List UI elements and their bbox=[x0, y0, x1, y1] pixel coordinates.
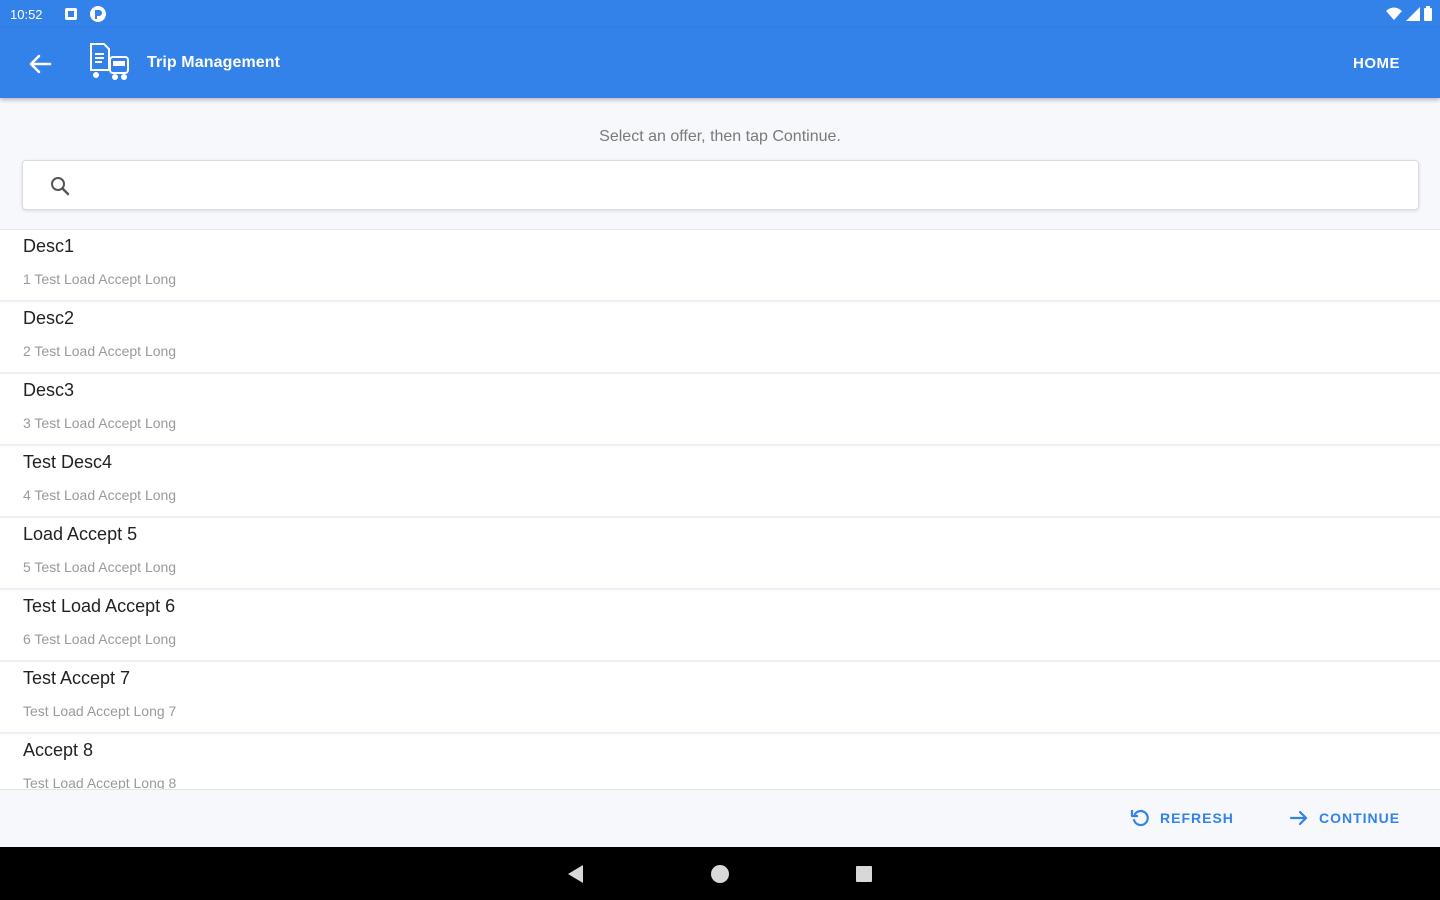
offer-title: Test Accept 7 bbox=[23, 668, 131, 688]
signal-icon bbox=[1406, 6, 1420, 21]
instruction-text: Select an offer, then tap Continue. bbox=[599, 128, 841, 145]
list-item[interactable]: Load Accept 5 5 Test Load Accept Long bbox=[0, 518, 1440, 590]
list-item[interactable]: Test Load Accept 6 6 Test Load Accept Lo… bbox=[0, 590, 1440, 662]
system-nav-bar bbox=[0, 847, 1440, 900]
back-arrow-icon[interactable] bbox=[24, 50, 56, 78]
search-input[interactable] bbox=[93, 171, 1393, 201]
offer-subtitle: Test Load Accept Long 7 bbox=[23, 703, 177, 719]
home-button[interactable]: HOME bbox=[1353, 55, 1400, 72]
action-bar: REFRESH CONTINUE bbox=[0, 789, 1440, 847]
continue-label: CONTINUE bbox=[1319, 810, 1401, 826]
offer-title: Desc1 bbox=[23, 236, 75, 256]
offer-title: Load Accept 5 bbox=[23, 524, 138, 544]
offer-subtitle: 6 Test Load Accept Long bbox=[23, 631, 177, 647]
offer-subtitle: 1 Test Load Accept Long bbox=[23, 271, 177, 287]
nav-home-icon[interactable] bbox=[709, 863, 731, 885]
list-item[interactable]: Accept 8 Test Load Accept Long 8 bbox=[0, 734, 1440, 789]
pocket-icon bbox=[90, 6, 106, 22]
offer-subtitle: Test Load Accept Long 8 bbox=[23, 775, 177, 789]
offer-title: Desc2 bbox=[23, 308, 75, 328]
list-item[interactable]: Desc3 3 Test Load Accept Long bbox=[0, 374, 1440, 446]
offer-subtitle: 4 Test Load Accept Long bbox=[23, 487, 177, 503]
offer-title: Test Desc4 bbox=[23, 452, 113, 472]
status-icons bbox=[1386, 6, 1432, 21]
app-bar: Trip Management HOME bbox=[0, 28, 1440, 98]
nav-recents-icon[interactable] bbox=[853, 863, 875, 885]
offer-title: Test Load Accept 6 bbox=[23, 596, 176, 616]
list-item[interactable]: Test Accept 7 Test Load Accept Long 7 bbox=[0, 662, 1440, 734]
list-item[interactable]: Desc1 1 Test Load Accept Long bbox=[0, 230, 1440, 302]
arrow-right-icon bbox=[1289, 810, 1308, 826]
refresh-label: REFRESH bbox=[1160, 810, 1234, 826]
wifi-icon bbox=[1386, 7, 1402, 20]
offer-title: Accept 8 bbox=[23, 740, 94, 760]
offer-subtitle: 3 Test Load Accept Long bbox=[23, 415, 177, 431]
offer-list[interactable]: Desc1 1 Test Load Accept Long Desc2 2 Te… bbox=[0, 229, 1440, 789]
status-bar: 10:52 bbox=[0, 0, 1440, 28]
continue-button[interactable]: CONTINUE bbox=[1289, 808, 1400, 828]
page-title: Trip Management bbox=[147, 54, 281, 71]
status-time: 10:52 bbox=[10, 7, 43, 22]
offer-title: Desc3 bbox=[23, 380, 75, 400]
search-box[interactable] bbox=[22, 160, 1419, 210]
offer-subtitle: 2 Test Load Accept Long bbox=[23, 343, 177, 359]
battery-icon bbox=[1424, 6, 1432, 21]
notification-icon bbox=[65, 8, 77, 20]
search-icon bbox=[51, 177, 70, 196]
truck-document-icon bbox=[90, 43, 129, 80]
list-item[interactable]: Test Desc4 4 Test Load Accept Long bbox=[0, 446, 1440, 518]
nav-back-icon[interactable] bbox=[565, 863, 587, 885]
refresh-icon bbox=[1130, 809, 1149, 827]
refresh-button[interactable]: REFRESH bbox=[1130, 808, 1234, 828]
list-item[interactable]: Desc2 2 Test Load Accept Long bbox=[0, 302, 1440, 374]
offer-subtitle: 5 Test Load Accept Long bbox=[23, 559, 177, 575]
